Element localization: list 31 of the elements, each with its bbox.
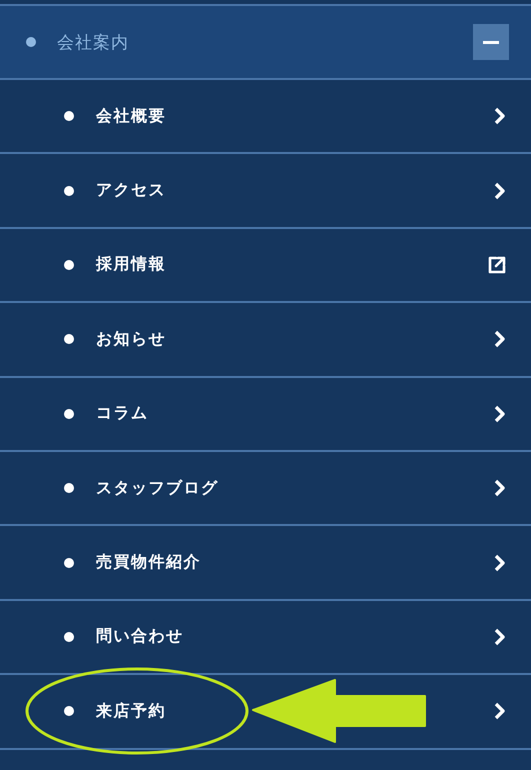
chevron-right-icon	[493, 182, 507, 200]
menu-link[interactable]: コラム	[96, 403, 493, 424]
bullet-icon	[64, 334, 74, 344]
bullet-icon	[64, 260, 74, 270]
chevron-right-icon	[493, 330, 507, 348]
menu-link[interactable]: 採用情報	[96, 254, 487, 276]
chevron-right-icon	[493, 107, 507, 126]
menu-link[interactable]: お知らせ	[96, 328, 493, 350]
menu-link[interactable]: アクセス	[96, 180, 493, 202]
menu-link[interactable]: 会社概要	[96, 106, 493, 127]
menu-link[interactable]: 来店予約	[96, 700, 493, 722]
bullet-icon	[64, 408, 74, 419]
menu-link[interactable]: 売買物件紹介	[96, 552, 493, 574]
chevron-right-icon	[493, 702, 507, 720]
bullet-icon	[64, 632, 74, 642]
external-link-icon	[487, 254, 507, 275]
bullet-icon	[64, 706, 74, 716]
collapse-button[interactable]	[473, 24, 509, 60]
section-title: 会社案内	[57, 32, 130, 54]
bullet-icon	[26, 37, 36, 47]
bullet-icon	[64, 111, 74, 122]
minus-icon	[483, 40, 499, 44]
chevron-right-icon	[493, 404, 507, 423]
menu-link[interactable]: スタッフブログ	[96, 478, 493, 499]
chevron-right-icon	[493, 554, 507, 572]
bullet-icon	[64, 483, 74, 494]
menu-link[interactable]: 問い合わせ	[96, 626, 493, 648]
chevron-right-icon	[493, 479, 507, 498]
bullet-icon	[64, 186, 74, 196]
chevron-right-icon	[493, 628, 507, 646]
bullet-icon	[64, 558, 74, 568]
